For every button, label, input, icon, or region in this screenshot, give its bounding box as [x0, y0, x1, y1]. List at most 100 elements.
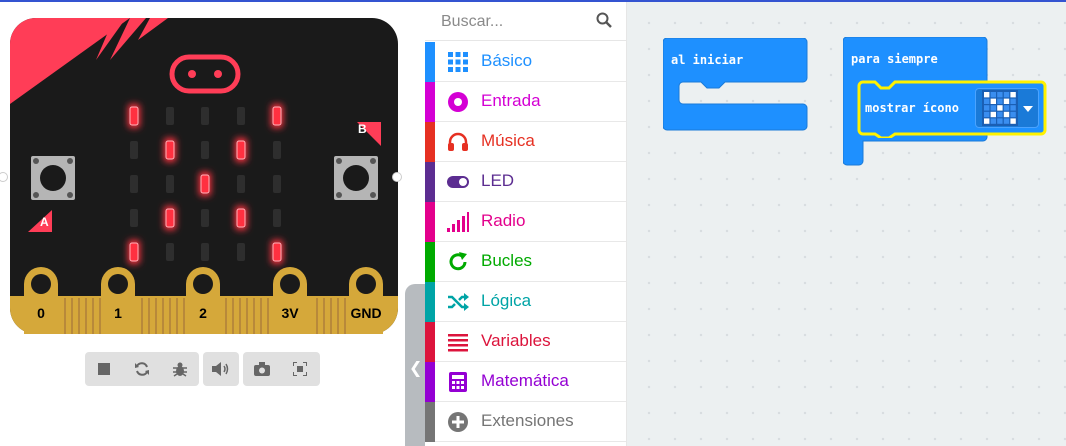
restart-button[interactable] — [123, 352, 161, 386]
button-a[interactable] — [31, 156, 75, 200]
icon-pixel-off — [997, 92, 1003, 98]
category-extensiones[interactable]: Extensiones — [425, 402, 626, 442]
debug-button[interactable] — [161, 352, 199, 386]
button-b[interactable] — [334, 156, 378, 200]
blocks-workspace[interactable]: al iniciar para siempre mostrar ícono — [627, 2, 1066, 446]
screenshot-button[interactable] — [243, 352, 281, 386]
fullscreen-button[interactable] — [281, 352, 319, 386]
refresh-icon — [449, 252, 467, 271]
category-led[interactable]: LED — [425, 162, 626, 202]
category-musica[interactable]: Música — [425, 122, 626, 162]
stop-button[interactable] — [85, 352, 123, 386]
connector-tooth — [176, 298, 178, 334]
connector-tooth — [78, 298, 80, 334]
dropdown-arrow-icon — [1023, 106, 1033, 112]
connector-tooth — [239, 298, 241, 334]
pin-label-3v: 3V — [281, 305, 299, 321]
category-entrada[interactable]: Entrada — [425, 82, 626, 122]
button-a-label: A — [40, 215, 49, 229]
headphones-icon — [448, 132, 468, 151]
connector-tooth — [71, 298, 73, 334]
icon-pixel-off — [997, 118, 1003, 124]
toolbox-search — [425, 2, 626, 42]
grid-icon — [448, 52, 468, 72]
connector-tooth — [169, 298, 171, 334]
led-on — [165, 140, 175, 160]
calculator-icon — [449, 372, 467, 392]
pin-label-0[interactable]: 0 — [28, 305, 54, 321]
plus-circle-icon — [448, 412, 468, 432]
category-label: LED — [481, 171, 515, 190]
category-basico[interactable]: Básico — [425, 42, 626, 82]
shuffle-icon — [448, 293, 469, 311]
led-off — [130, 141, 138, 159]
chevron-left-icon: ❮ — [409, 358, 423, 377]
category-color-bar — [425, 122, 435, 162]
show-icon-block[interactable]: mostrar ícono — [857, 80, 1049, 138]
led-on — [272, 242, 282, 262]
category-radio[interactable]: Radio — [425, 202, 626, 242]
category-label: Lógica — [481, 291, 532, 310]
icon-pixel-on — [1003, 98, 1010, 104]
search-input[interactable] — [425, 2, 603, 42]
icon-pixel-off — [1003, 118, 1010, 124]
connector-tooth — [344, 298, 346, 334]
led-off — [273, 141, 281, 159]
icon-pixel-off — [990, 105, 996, 111]
simulator-controls-group-1 — [85, 352, 199, 386]
pin-dot-left — [0, 172, 8, 182]
connector-tooth — [260, 298, 262, 334]
category-color-bar — [425, 202, 435, 242]
led-off — [273, 209, 281, 227]
led-off — [237, 107, 245, 125]
icon-pixel-on — [997, 105, 1003, 111]
category-color-bar — [425, 242, 435, 282]
icon-pixel-off — [997, 98, 1003, 104]
microbit-board: A B 0 1 2 3V GND — [0, 18, 402, 334]
category-color-bar — [425, 162, 435, 202]
category-bucles[interactable]: Bucles — [425, 242, 626, 282]
icon-dropdown[interactable] — [975, 88, 1039, 128]
sound-button[interactable] — [203, 352, 239, 386]
category-label: Bucles — [481, 251, 533, 270]
bug-icon — [173, 362, 187, 377]
led-on — [236, 140, 246, 160]
restart-icon — [135, 362, 149, 376]
on-start-label: al iniciar — [671, 53, 744, 67]
category-label: Radio — [481, 211, 526, 230]
icon-pixel-off — [984, 105, 990, 111]
led-off — [201, 107, 209, 125]
fullscreen-icon — [293, 362, 307, 376]
led-off — [130, 209, 138, 227]
icon-pixel-on — [990, 98, 996, 104]
led-off — [201, 209, 209, 227]
collapse-simulator-handle[interactable]: ❮ — [405, 284, 427, 446]
icon-preview-x — [982, 90, 1018, 126]
category-label: Extensiones — [481, 411, 574, 430]
show-icon-label: mostrar ícono — [865, 101, 959, 115]
category-matematica[interactable]: Matemática — [425, 362, 626, 402]
simulator-controls-group-2 — [203, 352, 239, 386]
search-icon[interactable] — [596, 12, 612, 28]
category-variables[interactable]: Variables — [425, 322, 626, 362]
icon-pixel-off — [997, 111, 1003, 118]
led-off — [201, 243, 209, 261]
led-on — [200, 174, 210, 194]
icon-pixel-off — [984, 98, 990, 104]
led-on — [129, 106, 139, 126]
connector-tooth — [64, 298, 66, 334]
on-start-block[interactable]: al iniciar — [663, 38, 809, 132]
category-color-bar — [425, 322, 435, 362]
category-logica[interactable]: Lógica — [425, 282, 626, 322]
category-label: Variables — [481, 331, 551, 350]
forever-label: para siempre — [851, 52, 938, 66]
camera-icon — [254, 362, 270, 376]
pin-label-1[interactable]: 1 — [105, 305, 131, 321]
led-off — [237, 243, 245, 261]
pin-label-gnd: GND — [350, 305, 382, 321]
connector-tooth — [337, 298, 339, 334]
list-icon — [448, 334, 468, 352]
icon-pixel-on — [1010, 118, 1016, 124]
led-on — [236, 208, 246, 228]
pin-label-2[interactable]: 2 — [190, 305, 216, 321]
